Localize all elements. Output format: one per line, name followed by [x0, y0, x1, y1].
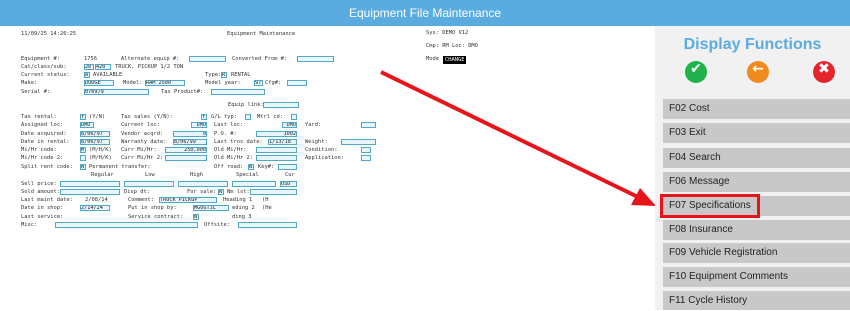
- f08-insurance-button[interactable]: F08 Insurance: [663, 220, 850, 240]
- f06-message-button[interactable]: F06 Message: [663, 172, 850, 192]
- highlight-box: [660, 194, 760, 218]
- f03-exit-button[interactable]: F03 Exit: [663, 123, 850, 143]
- check-icon[interactable]: ✔: [685, 61, 707, 83]
- f02-cost-button[interactable]: F02 Cost: [663, 99, 850, 119]
- f11-cycle-history-button[interactable]: F11 Cycle History: [663, 291, 850, 310]
- back-arrow-icon[interactable]: ←: [747, 61, 769, 83]
- close-icon[interactable]: ✖: [813, 61, 835, 83]
- f04-search-button[interactable]: F04 Search: [663, 148, 850, 168]
- display-functions-title: Display Functions: [683, 36, 822, 53]
- f09-vehicle-registration-button[interactable]: F09 Vehicle Registration: [663, 243, 850, 263]
- f10-equipment-comments-button[interactable]: F10 Equipment Comments: [663, 267, 850, 287]
